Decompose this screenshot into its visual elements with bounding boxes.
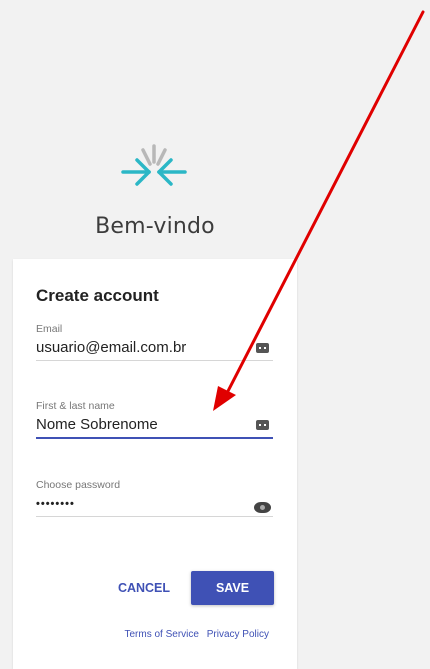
name-input[interactable]: Nome Sobrenome: [36, 415, 273, 435]
email-input[interactable]: usuario@email.com.br: [36, 338, 273, 358]
logo-icon: [121, 144, 187, 186]
password-field[interactable]: Choose password ••••••••: [36, 479, 273, 517]
email-label: Email: [36, 323, 63, 335]
privacy-policy-link[interactable]: Privacy Policy: [207, 629, 269, 640]
welcome-heading: Bem-vindo: [95, 214, 215, 239]
name-field[interactable]: First & last name Nome Sobrenome: [36, 400, 273, 439]
terms-of-service-link[interactable]: Terms of Service: [125, 629, 199, 640]
email-field[interactable]: Email usuario@email.com.br: [36, 323, 273, 361]
cancel-button[interactable]: CANCEL: [111, 571, 177, 605]
password-input[interactable]: ••••••••: [36, 494, 273, 514]
autofill-key-icon[interactable]: [256, 420, 269, 430]
password-label: Choose password: [36, 479, 121, 491]
save-button[interactable]: SAVE: [191, 571, 274, 605]
create-account-card: Create account Email usuario@email.com.b…: [13, 259, 297, 669]
show-password-eye-icon[interactable]: [254, 502, 271, 513]
name-label: First & last name: [36, 400, 115, 412]
email-underline: [36, 360, 273, 361]
footer-links: Terms of Service Privacy Policy: [120, 629, 270, 640]
autofill-key-icon[interactable]: [256, 343, 269, 353]
password-underline: [36, 516, 273, 517]
form-title: Create account: [36, 286, 159, 305]
name-underline: [36, 437, 273, 439]
